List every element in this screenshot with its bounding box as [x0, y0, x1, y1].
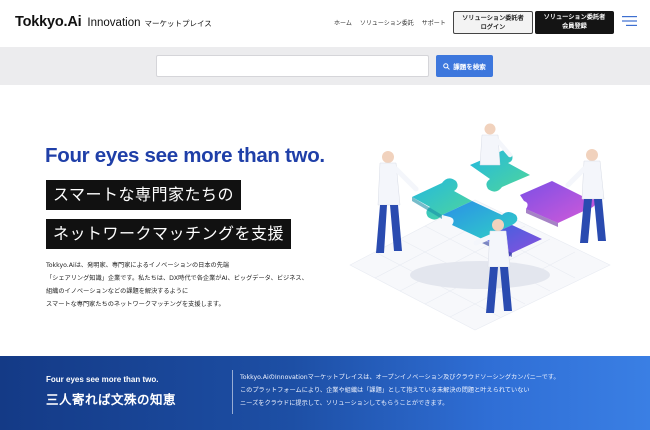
intro-band-description-line: このプラットフォームにより、企業や組織は「課題」として抱えている未解決の問題と叶…: [240, 387, 530, 394]
logo-jp-text: マーケットプレイス: [144, 19, 212, 28]
nav-item-home[interactable]: ホーム: [334, 18, 352, 27]
intro-band-description-line: Tokkyo.AiのInnovationマーケットプレイスは、オープンイノベーシ…: [240, 374, 560, 381]
intro-band-description-line: ニーズをクラウドに提示して、ソリューションしてもらうことができます。: [240, 400, 449, 407]
nav-item-support[interactable]: サポート: [422, 18, 446, 27]
intro-band-description: Tokkyo.AiのInnovationマーケットプレイスは、オープンイノベーシ…: [240, 371, 620, 410]
intro-band-divider: [232, 370, 233, 414]
shadow-shape: [410, 261, 550, 289]
register-button-line2: 会員登録: [562, 23, 587, 30]
site-header: Tokkyo.Ai Innovation マーケットプレイス ホーム ソリューシ…: [0, 0, 650, 47]
hero-tagline-2: ネットワークマッチングを支援: [46, 219, 292, 249]
login-button-line2: ログイン: [480, 24, 506, 31]
search-band: 課題を検索: [0, 47, 650, 85]
hero-title: Four eyes see more than two.: [45, 144, 325, 167]
intro-band-english-title: Four eyes see more than two.: [46, 375, 159, 384]
register-button[interactable]: ソリューション委託者 会員登録: [535, 11, 614, 34]
hero-description-line: 「シェアリング知識」企業です。私たちは、DX時代で各企業がAI、ビッグデータ、ビ…: [46, 275, 308, 282]
logo-main-text: Tokkyo.Ai: [15, 14, 82, 30]
hero-description-line: 組織のイノベーションなどの課題を解決するように: [46, 288, 189, 295]
hero-description: Tokkyo.Aiは、発明家、専門家によるイノベーションの日本の先端 「シェアリ…: [46, 259, 326, 311]
hero-description-line: スマートな専門家たちのネットワークマッチングを支援します。: [46, 301, 225, 308]
main-nav: ホーム ソリューション委託 サポート: [334, 18, 446, 27]
hero-tagline-1: スマートな専門家たちの: [46, 180, 242, 210]
search-button[interactable]: 課題を検索: [436, 55, 493, 77]
hero-description-line: Tokkyo.Aiは、発明家、専門家によるイノベーションの日本の先端: [46, 262, 230, 269]
search-input[interactable]: [156, 55, 429, 77]
intro-band-japanese-title: 三人寄れば文殊の知恵: [46, 392, 177, 407]
puzzle-piece-top: [470, 150, 530, 192]
intro-band: Four eyes see more than two. 三人寄れば文殊の知恵 …: [0, 356, 650, 430]
nav-item-solution[interactable]: ソリューション委託: [360, 18, 414, 27]
search-button-label: 課題を検索: [453, 63, 486, 71]
register-button-line1: ソリューション委託者: [543, 14, 606, 21]
login-button-line1: ソリューション委託者: [462, 15, 524, 22]
hamburger-menu-icon[interactable]: [622, 15, 637, 27]
puzzle-collaboration-illustration: [349, 123, 611, 331]
logo-sub-text: Innovation: [87, 17, 141, 29]
search-icon: [443, 62, 451, 70]
login-button[interactable]: ソリューション委託者 ログイン: [453, 11, 533, 34]
site-logo[interactable]: Tokkyo.Ai Innovation マーケットプレイス: [15, 14, 212, 30]
